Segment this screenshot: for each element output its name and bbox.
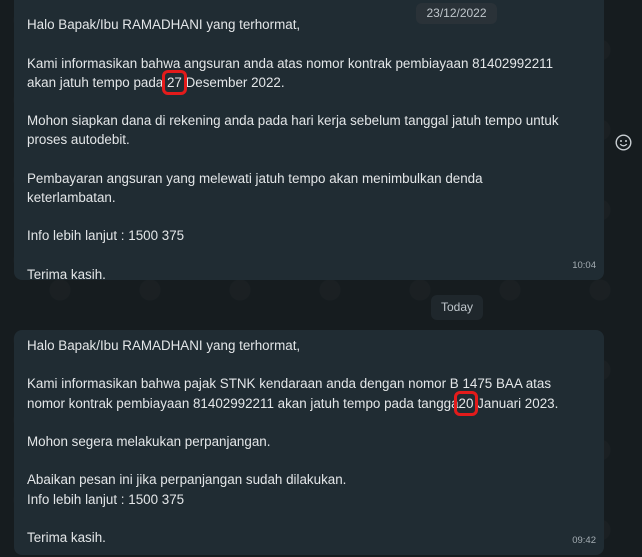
message-text: Mohon siapkan dana di rekening anda pada…	[27, 113, 559, 129]
message-text: Kami informasikan bahwa angsuran anda at…	[27, 55, 554, 71]
message-greeting: Halo Bapak/Ibu RAMADHANI yang terhormat,	[27, 338, 301, 353]
highlighted-date: 27	[162, 69, 187, 95]
message-text: Kami informasikan bahwa pajak STNK kenda…	[27, 376, 552, 392]
date-badge: 23/12/2022	[416, 3, 497, 24]
message-text: Pembayaran angsuran yang melewati jatuh …	[27, 170, 483, 186]
message-text: keterlambatan.	[27, 189, 116, 205]
message-bubble[interactable]: Halo Bapak/Ibu RAMADHANI yang terhormat,…	[14, 330, 604, 555]
message-bubble[interactable]: Halo Bapak/Ibu RAMADHANI yang terhormat,…	[14, 0, 604, 282]
message-text: Abaikan pesan ini jika perpanjangan suda…	[27, 472, 347, 488]
message-closing: Terima kasih.	[27, 529, 106, 545]
message-info: Info lebih lanjut : 1500 375	[27, 228, 185, 244]
today-badge: Today	[431, 295, 483, 320]
message-text: Mohon segera melakukan perpanjangan.	[27, 433, 271, 449]
message-greeting: Halo Bapak/Ibu RAMADHANI yang terhormat,	[27, 17, 301, 33]
message-text: akan jatuh tempo pada 27 Desember 2022.	[27, 69, 285, 95]
highlighted-date: 20	[453, 390, 479, 416]
message-text: nomor kontrak pembiayaan 81402992211 aka…	[27, 390, 559, 416]
message-time: 10:04	[572, 259, 596, 271]
message-info: Info lebih lanjut : 1500 375	[27, 491, 185, 507]
message-time: 09:42	[572, 534, 596, 546]
message-closing: Terima kasih.	[27, 266, 106, 282]
message-text: proses autodebit.	[27, 132, 130, 148]
smiley-icon[interactable]	[614, 133, 632, 151]
